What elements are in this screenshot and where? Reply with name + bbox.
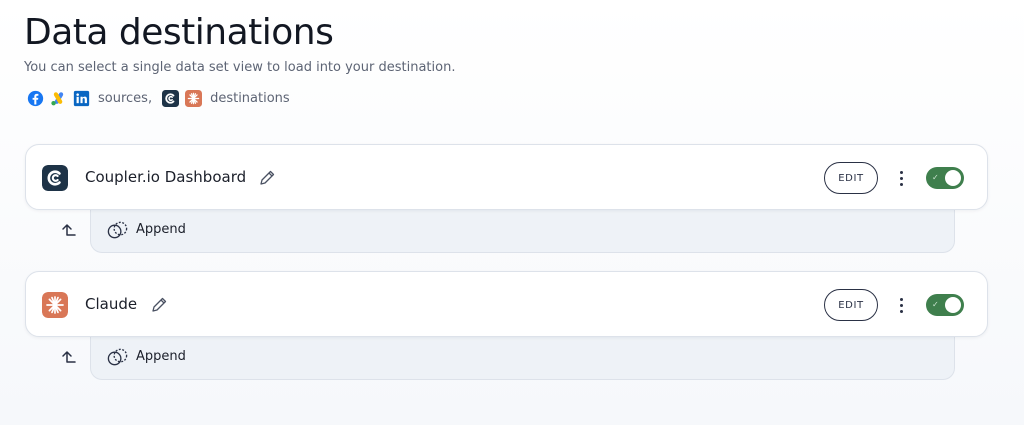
toggle-knob (945, 170, 961, 186)
claude-icon (42, 292, 68, 318)
sources-label: sources, (98, 90, 153, 106)
destinations-label: destinations (210, 90, 290, 106)
enable-toggle[interactable]: ✓ (926, 167, 964, 189)
claude-icon (185, 89, 203, 107)
destination-card-claude: Claude EDIT ✓ (25, 271, 988, 337)
append-mode-icon (107, 221, 128, 239)
destination-card-coupler: Coupler.io Dashboard EDIT ✓ (25, 144, 988, 210)
enable-toggle[interactable]: ✓ (926, 294, 964, 316)
toggle-knob (945, 297, 961, 313)
page-title: Data destinations (24, 12, 334, 53)
rename-pencil-icon[interactable] (150, 296, 168, 314)
edit-button[interactable]: EDIT (824, 289, 878, 321)
coupler-icon (42, 165, 68, 191)
linkedin-icon (73, 90, 90, 106)
import-mode-row[interactable]: Append (90, 209, 955, 253)
more-options-icon[interactable] (894, 294, 908, 316)
mode-label: Append (136, 349, 186, 364)
edit-button[interactable]: EDIT (824, 162, 878, 194)
coupler-icon (162, 89, 180, 107)
rename-pencil-icon[interactable] (258, 169, 276, 187)
page-subtitle: You can select a single data set view to… (24, 60, 456, 75)
more-options-icon[interactable] (894, 167, 908, 189)
corner-up-arrow-icon (62, 224, 76, 236)
destination-name: Coupler.io Dashboard (85, 168, 247, 186)
google-ads-icon (51, 91, 64, 105)
check-icon: ✓ (932, 173, 939, 182)
append-mode-icon (107, 348, 128, 366)
corner-up-arrow-icon (62, 351, 76, 363)
legend: sources, destinations (27, 88, 294, 108)
mode-label: Append (136, 222, 186, 237)
import-mode-row[interactable]: Append (90, 336, 955, 380)
facebook-icon (27, 90, 44, 106)
check-icon: ✓ (932, 300, 939, 309)
destination-name: Claude (85, 295, 138, 313)
